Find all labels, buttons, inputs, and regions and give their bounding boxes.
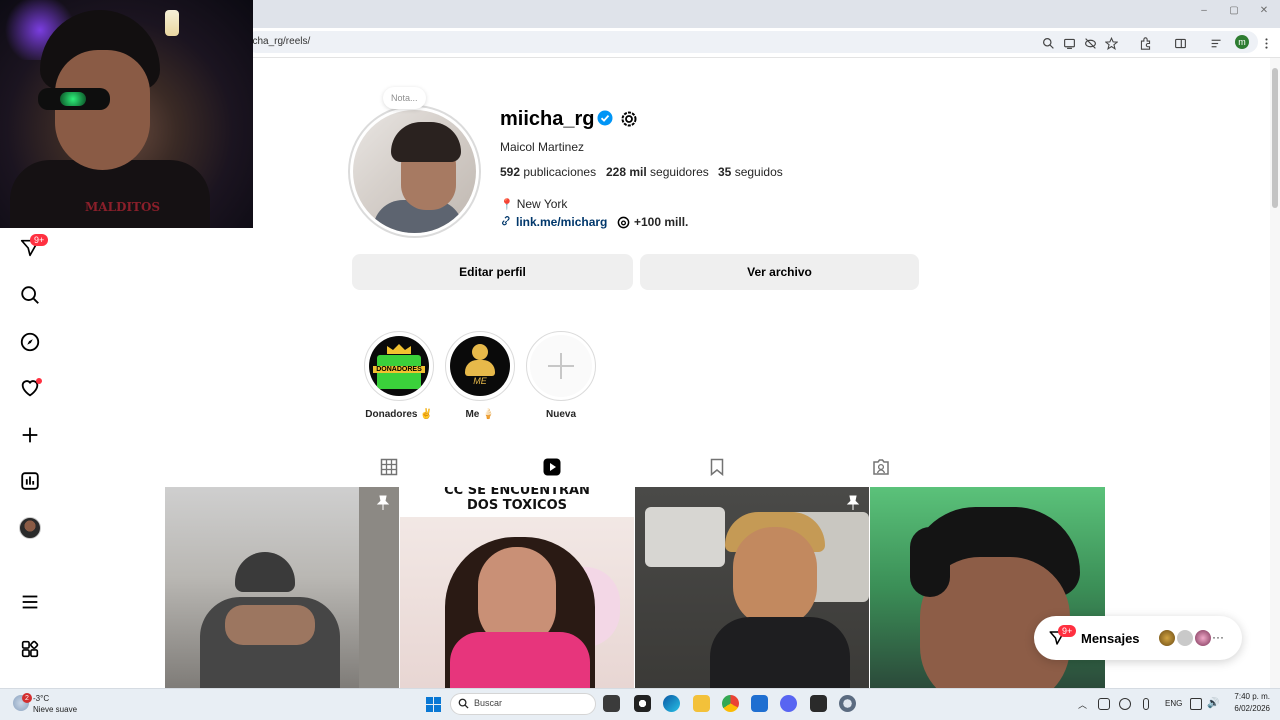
link-icon <box>502 216 510 226</box>
reel-tile[interactable]: CC SE ENCUENTRAN DOS TOXICOS <box>400 487 634 688</box>
saved-tab-icon[interactable] <box>708 458 726 477</box>
tray-overflow-chevron-icon[interactable]: ︿ <box>1078 698 1090 710</box>
tagged-tab-icon[interactable] <box>872 458 890 476</box>
obs-app-icon[interactable] <box>634 695 651 712</box>
maximize-icon[interactable]: ▢ <box>1224 5 1244 16</box>
taskbar-search-placeholder[interactable]: Buscar <box>474 698 502 708</box>
message-contact-avatar[interactable] <box>1176 629 1194 647</box>
display-icon[interactable] <box>1190 698 1202 710</box>
windows-start-icon[interactable] <box>426 697 441 712</box>
close-icon[interactable]: ✕ <box>1254 5 1274 16</box>
messages-badge: 9+ <box>1058 625 1077 637</box>
messages-label[interactable]: Mensajes <box>1081 631 1140 646</box>
url-text[interactable]: iicha_rg/reels/ <box>248 36 310 47</box>
nav-notification-badge: 9+ <box>30 234 49 246</box>
reel-tile[interactable] <box>635 487 869 688</box>
highlight-me[interactable]: ME <box>445 331 515 401</box>
explore-compass-icon[interactable] <box>18 330 42 354</box>
zoom-icon[interactable] <box>1040 35 1056 51</box>
more-menu-icon[interactable] <box>18 590 42 614</box>
keyboard-language[interactable]: ENG <box>1165 699 1182 708</box>
onedrive-cloud-icon[interactable] <box>1119 698 1131 710</box>
posts-count: 592 publicaciones <box>500 165 597 179</box>
location-pin-icon: 📍 <box>500 198 514 211</box>
install-app-icon[interactable] <box>1061 35 1077 51</box>
sync-icon[interactable] <box>1098 698 1110 710</box>
edit-profile-button[interactable]: Editar perfil <box>352 254 633 290</box>
followers-count[interactable]: 228 mil seguidores <box>606 165 709 179</box>
verified-badge-icon <box>597 110 613 126</box>
profile-full-name: Maicol Martinez <box>500 140 585 154</box>
clock-date[interactable]: 6/02/2026 <box>1224 704 1270 713</box>
highlight-donadores-cover: DONADORES <box>369 336 429 396</box>
media-playlist-icon[interactable] <box>1208 35 1224 51</box>
clock-time[interactable]: 7:40 p. m. <box>1230 692 1270 701</box>
settings-gear-icon[interactable] <box>619 109 639 129</box>
view-archive-button[interactable]: Ver archivo <box>640 254 919 290</box>
reels-tab-icon[interactable] <box>543 458 561 476</box>
profile-avatar[interactable] <box>353 110 476 233</box>
highlight-donadores[interactable]: DONADORES <box>364 331 434 401</box>
file-explorer-icon[interactable] <box>693 695 710 712</box>
discord-app-icon[interactable] <box>780 695 797 712</box>
epic-games-icon[interactable] <box>810 695 827 712</box>
apps-grid-icon[interactable] <box>18 637 42 661</box>
pinned-icon <box>846 495 860 510</box>
add-highlight-plus-icon[interactable] <box>530 335 592 397</box>
task-view-icon[interactable] <box>603 695 620 712</box>
profile-link[interactable]: link.me/micharg <box>500 215 607 229</box>
tracking-eye-off-icon[interactable] <box>1082 35 1098 51</box>
browser-menu-icon[interactable] <box>1258 35 1274 51</box>
following-count[interactable]: 35 seguidos <box>718 165 783 179</box>
profile-location: 📍 New York <box>500 197 568 211</box>
settings-app-icon[interactable] <box>839 695 856 712</box>
edge-browser-icon[interactable] <box>663 695 680 712</box>
message-contact-avatar[interactable] <box>1158 629 1176 647</box>
threads-icon <box>617 216 630 228</box>
microphone-icon[interactable] <box>1143 698 1149 710</box>
browser-profile-avatar[interactable]: m <box>1235 35 1249 49</box>
profile-username: miicha_rg <box>500 108 595 130</box>
dashboard-chart-icon[interactable] <box>18 469 42 493</box>
create-plus-icon[interactable] <box>18 423 42 447</box>
highlight-new-label[interactable]: Nueva <box>516 409 606 420</box>
scrollbar-thumb[interactable] <box>1272 68 1278 208</box>
threads-link[interactable]: +100 mill. <box>617 215 688 229</box>
nav-profile-avatar[interactable] <box>19 517 41 539</box>
reel-caption: CC SE ENCUENTRAN DOS TOXICOS <box>444 487 590 513</box>
weather-alert-badge: 2 <box>22 693 32 703</box>
message-contact-avatar[interactable] <box>1194 629 1212 647</box>
taskbar-search-box[interactable] <box>450 693 596 715</box>
weather-description[interactable]: Nieve suave <box>33 705 77 714</box>
store-app-icon[interactable] <box>751 695 768 712</box>
pinned-icon <box>376 495 390 510</box>
search-icon <box>458 698 469 709</box>
reel-tile[interactable] <box>165 487 399 688</box>
bookmark-star-icon[interactable] <box>1103 35 1119 51</box>
notification-dot <box>36 378 42 384</box>
webcam-overlay: MALDITOS <box>0 0 253 228</box>
volume-icon[interactable]: 🔊 <box>1207 698 1219 710</box>
highlight-me-label[interactable]: Me 🍦 <box>435 409 525 420</box>
split-screen-icon[interactable] <box>1172 35 1188 51</box>
minimize-icon[interactable]: – <box>1194 5 1214 16</box>
extensions-icon[interactable] <box>1137 35 1153 51</box>
weather-temperature[interactable]: -3°C <box>33 694 49 703</box>
highlight-donadores-label[interactable]: Donadores ✌️ <box>354 409 444 420</box>
more-dots-icon[interactable]: ··· <box>1212 630 1224 644</box>
search-icon[interactable] <box>18 283 42 307</box>
note-bubble[interactable]: Nota... <box>383 87 426 109</box>
posts-grid-tab-icon[interactable] <box>380 458 398 476</box>
highlight-me-cover: ME <box>450 336 510 396</box>
chrome-browser-icon[interactable] <box>722 695 739 712</box>
